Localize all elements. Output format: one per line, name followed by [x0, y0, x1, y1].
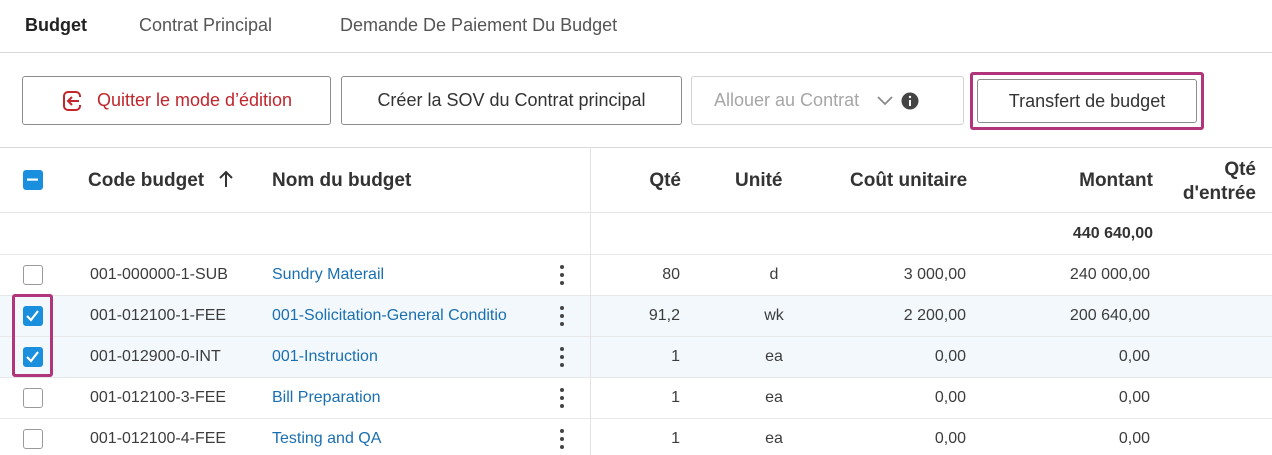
cell-amount: 0,00 — [1118, 389, 1150, 406]
cell-code: 001-000000-1-SUB — [90, 266, 228, 283]
cell-name-link[interactable]: Testing and QA — [272, 430, 381, 448]
header-unit-cost[interactable]: Coût unitaire — [850, 170, 967, 192]
transfer-highlight-box — [970, 72, 1204, 130]
tab-demande-paiement[interactable]: Demande De Paiement Du Budget — [340, 15, 617, 36]
cell-amount: 0,00 — [1118, 348, 1150, 365]
cell-unit-cost: 0,00 — [934, 348, 966, 365]
header-code-budget[interactable]: Code budget — [88, 170, 234, 194]
tab-bar: Budget Contrat Principal Demande De Paie… — [0, 0, 1272, 53]
header-amount[interactable]: Montant — [1040, 170, 1153, 192]
row-checkbox[interactable] — [23, 388, 43, 408]
cell-qty: 91,2 — [648, 307, 680, 324]
row-checkbox[interactable] — [23, 265, 43, 285]
more-vertical-icon[interactable] — [556, 346, 568, 368]
more-vertical-icon[interactable] — [556, 264, 568, 286]
header-qty[interactable]: Qté — [640, 170, 681, 192]
table-row[interactable]: 001-000000-1-SUB Sundry Materail 80 d 3 … — [0, 255, 1272, 296]
info-icon[interactable] — [901, 92, 919, 110]
cell-code: 001-012900-0-INT — [90, 348, 221, 365]
checkbox-highlight-box — [12, 294, 53, 377]
header-unit[interactable]: Unité — [735, 170, 783, 192]
create-sov-button[interactable]: Créer la SOV du Contrat principal — [341, 76, 682, 125]
header-input-qty[interactable]: Qté d'entrée — [1170, 158, 1256, 206]
more-vertical-icon[interactable] — [556, 387, 568, 409]
cell-code: 001-012100-1-FEE — [90, 307, 227, 324]
cell-qty: 1 — [671, 430, 680, 447]
table-row[interactable]: 001-012100-3-FEE Bill Preparation 1 ea 0… — [0, 378, 1272, 419]
tab-contrat-principal[interactable]: Contrat Principal — [139, 15, 272, 36]
cell-qty: 1 — [671, 389, 680, 406]
table-row[interactable]: 001-012900-0-INT 001-Instruction 1 ea 0,… — [0, 337, 1272, 378]
cell-name-link[interactable]: 001-Instruction — [272, 348, 378, 366]
arrow-up-icon — [219, 170, 234, 194]
cell-qty: 1 — [671, 348, 680, 365]
more-vertical-icon[interactable] — [556, 428, 568, 450]
table-row[interactable]: 001-012100-1-FEE 001-Solicitation-Genera… — [0, 296, 1272, 337]
cell-code: 001-012100-4-FEE — [90, 430, 227, 447]
more-vertical-icon[interactable] — [556, 305, 568, 327]
cell-amount: 200 640,00 — [1069, 307, 1150, 324]
cell-unit: d — [769, 266, 779, 283]
cell-unit-cost: 2 200,00 — [903, 307, 966, 324]
cell-code: 001-012100-3-FEE — [90, 389, 227, 406]
cell-unit-cost: 0,00 — [934, 389, 966, 406]
allocate-contract-label: Allouer au Contrat — [714, 90, 860, 110]
cell-name-link[interactable]: Sundry Materail — [272, 266, 384, 284]
header-input-qty-line1: Qté — [1224, 159, 1256, 180]
header-code-label: Code budget — [88, 170, 205, 191]
header-input-qty-line2: d'entrée — [1182, 183, 1256, 204]
quit-edit-mode-button[interactable]: Quitter le mode d’édition — [22, 76, 331, 125]
cell-unit: ea — [765, 430, 783, 447]
cell-qty: 80 — [662, 266, 680, 283]
cell-unit: wk — [764, 307, 784, 324]
cell-name-link[interactable]: 001-Solicitation-General Conditio — [272, 307, 507, 325]
cell-name-link[interactable]: Bill Preparation — [272, 389, 381, 407]
chevron-down-icon — [877, 95, 893, 106]
table-row[interactable]: 001-012100-4-FEE Testing and QA 1 ea 0,0… — [0, 419, 1272, 455]
cell-unit-cost: 0,00 — [934, 430, 966, 447]
cell-amount: 0,00 — [1118, 430, 1150, 447]
row-checkbox[interactable] — [23, 429, 43, 449]
quit-edit-mode-label: Quitter le mode d’édition — [96, 90, 293, 110]
tab-budget[interactable]: Budget — [25, 15, 87, 36]
cell-unit: ea — [765, 389, 783, 406]
table-header: Code budget Nom du budget Qté Unité Coût… — [0, 147, 1272, 213]
exit-icon — [61, 90, 83, 112]
total-amount: 440 640,00 — [1072, 225, 1153, 242]
header-nom-budget[interactable]: Nom du budget — [272, 170, 411, 192]
cell-amount: 240 000,00 — [1069, 266, 1150, 283]
totals-row: 440 640,00 — [0, 214, 1272, 255]
cell-unit-cost: 3 000,00 — [903, 266, 966, 283]
select-all-checkbox[interactable] — [23, 170, 43, 190]
allocate-contract-button[interactable]: Allouer au Contrat — [691, 76, 964, 125]
create-sov-label: Créer la SOV du Contrat principal — [377, 90, 646, 110]
frozen-column-divider — [590, 147, 591, 455]
cell-unit: ea — [765, 348, 783, 365]
